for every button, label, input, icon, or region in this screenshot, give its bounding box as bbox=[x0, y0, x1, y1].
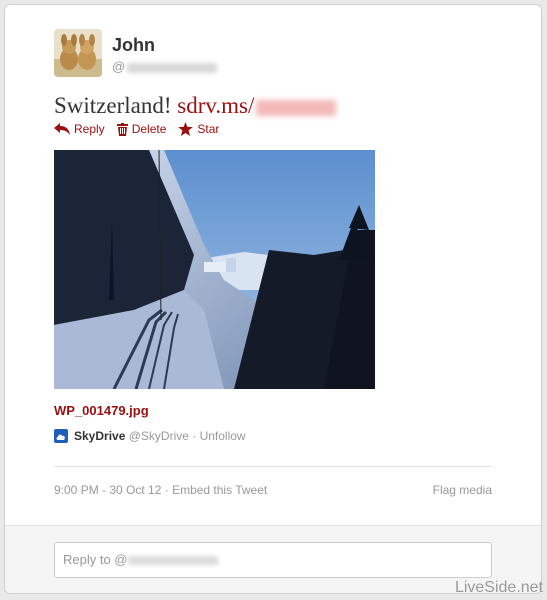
embed-link[interactable]: Embed this Tweet bbox=[172, 483, 267, 497]
reply-placeholder: Reply to @ bbox=[63, 552, 128, 567]
media-source: SkyDrive @SkyDrive · Unfollow bbox=[54, 429, 246, 443]
delete-button[interactable]: Delete bbox=[116, 122, 167, 136]
trash-icon bbox=[116, 122, 128, 136]
source-separator: · bbox=[188, 429, 200, 443]
tweet-text: Switzerland! sdrv.ms/ bbox=[54, 93, 337, 119]
tweet-meta: 9:00 PM - 30 Oct 12 · Embed this Tweet bbox=[54, 483, 267, 497]
tweet-link[interactable]: sdrv.ms/ bbox=[177, 93, 337, 118]
unfollow-link[interactable]: Unfollow bbox=[200, 429, 246, 443]
reply-icon bbox=[54, 123, 70, 135]
watermark: LiveSide.net bbox=[454, 579, 543, 596]
star-button[interactable]: Star bbox=[178, 122, 219, 136]
link-redacted bbox=[256, 99, 337, 116]
divider bbox=[54, 466, 492, 467]
source-name[interactable]: SkyDrive bbox=[74, 429, 125, 443]
star-icon bbox=[178, 122, 194, 136]
photo-image bbox=[54, 150, 375, 389]
skydrive-icon[interactable] bbox=[54, 429, 68, 443]
meta-separator: · bbox=[161, 483, 173, 497]
tweet-actions: Reply Delete Star bbox=[54, 122, 219, 136]
reply-button[interactable]: Reply bbox=[54, 122, 105, 136]
tweet-link-text: sdrv.ms/ bbox=[177, 93, 255, 118]
tweet-card: John @ Switzerland! sdrv.ms/ Reply Delet… bbox=[4, 4, 542, 594]
media-filename[interactable]: WP_001479.jpg bbox=[54, 403, 149, 418]
avatar-image bbox=[54, 29, 102, 77]
source-line: SkyDrive @SkyDrive · Unfollow bbox=[74, 429, 246, 443]
star-label: Star bbox=[197, 122, 220, 136]
user-handle[interactable]: @ bbox=[112, 59, 218, 74]
handle-prefix: @ bbox=[112, 59, 126, 74]
delete-label: Delete bbox=[131, 122, 167, 136]
reply-input[interactable]: Reply to @ bbox=[54, 542, 492, 578]
handle-redacted bbox=[127, 62, 218, 73]
flag-media-link[interactable]: Flag media bbox=[433, 483, 492, 497]
tweet-photo[interactable] bbox=[54, 150, 375, 389]
avatar[interactable] bbox=[54, 29, 102, 77]
reply-label: Reply bbox=[74, 122, 105, 136]
timestamp[interactable]: 9:00 PM - 30 Oct 12 bbox=[54, 483, 161, 497]
reply-handle-redacted bbox=[127, 556, 218, 566]
tweet-text-body: Switzerland! bbox=[54, 93, 178, 118]
user-name[interactable]: John bbox=[112, 35, 155, 56]
cloud-icon bbox=[56, 434, 65, 440]
source-handle[interactable]: @SkyDrive bbox=[129, 429, 189, 443]
